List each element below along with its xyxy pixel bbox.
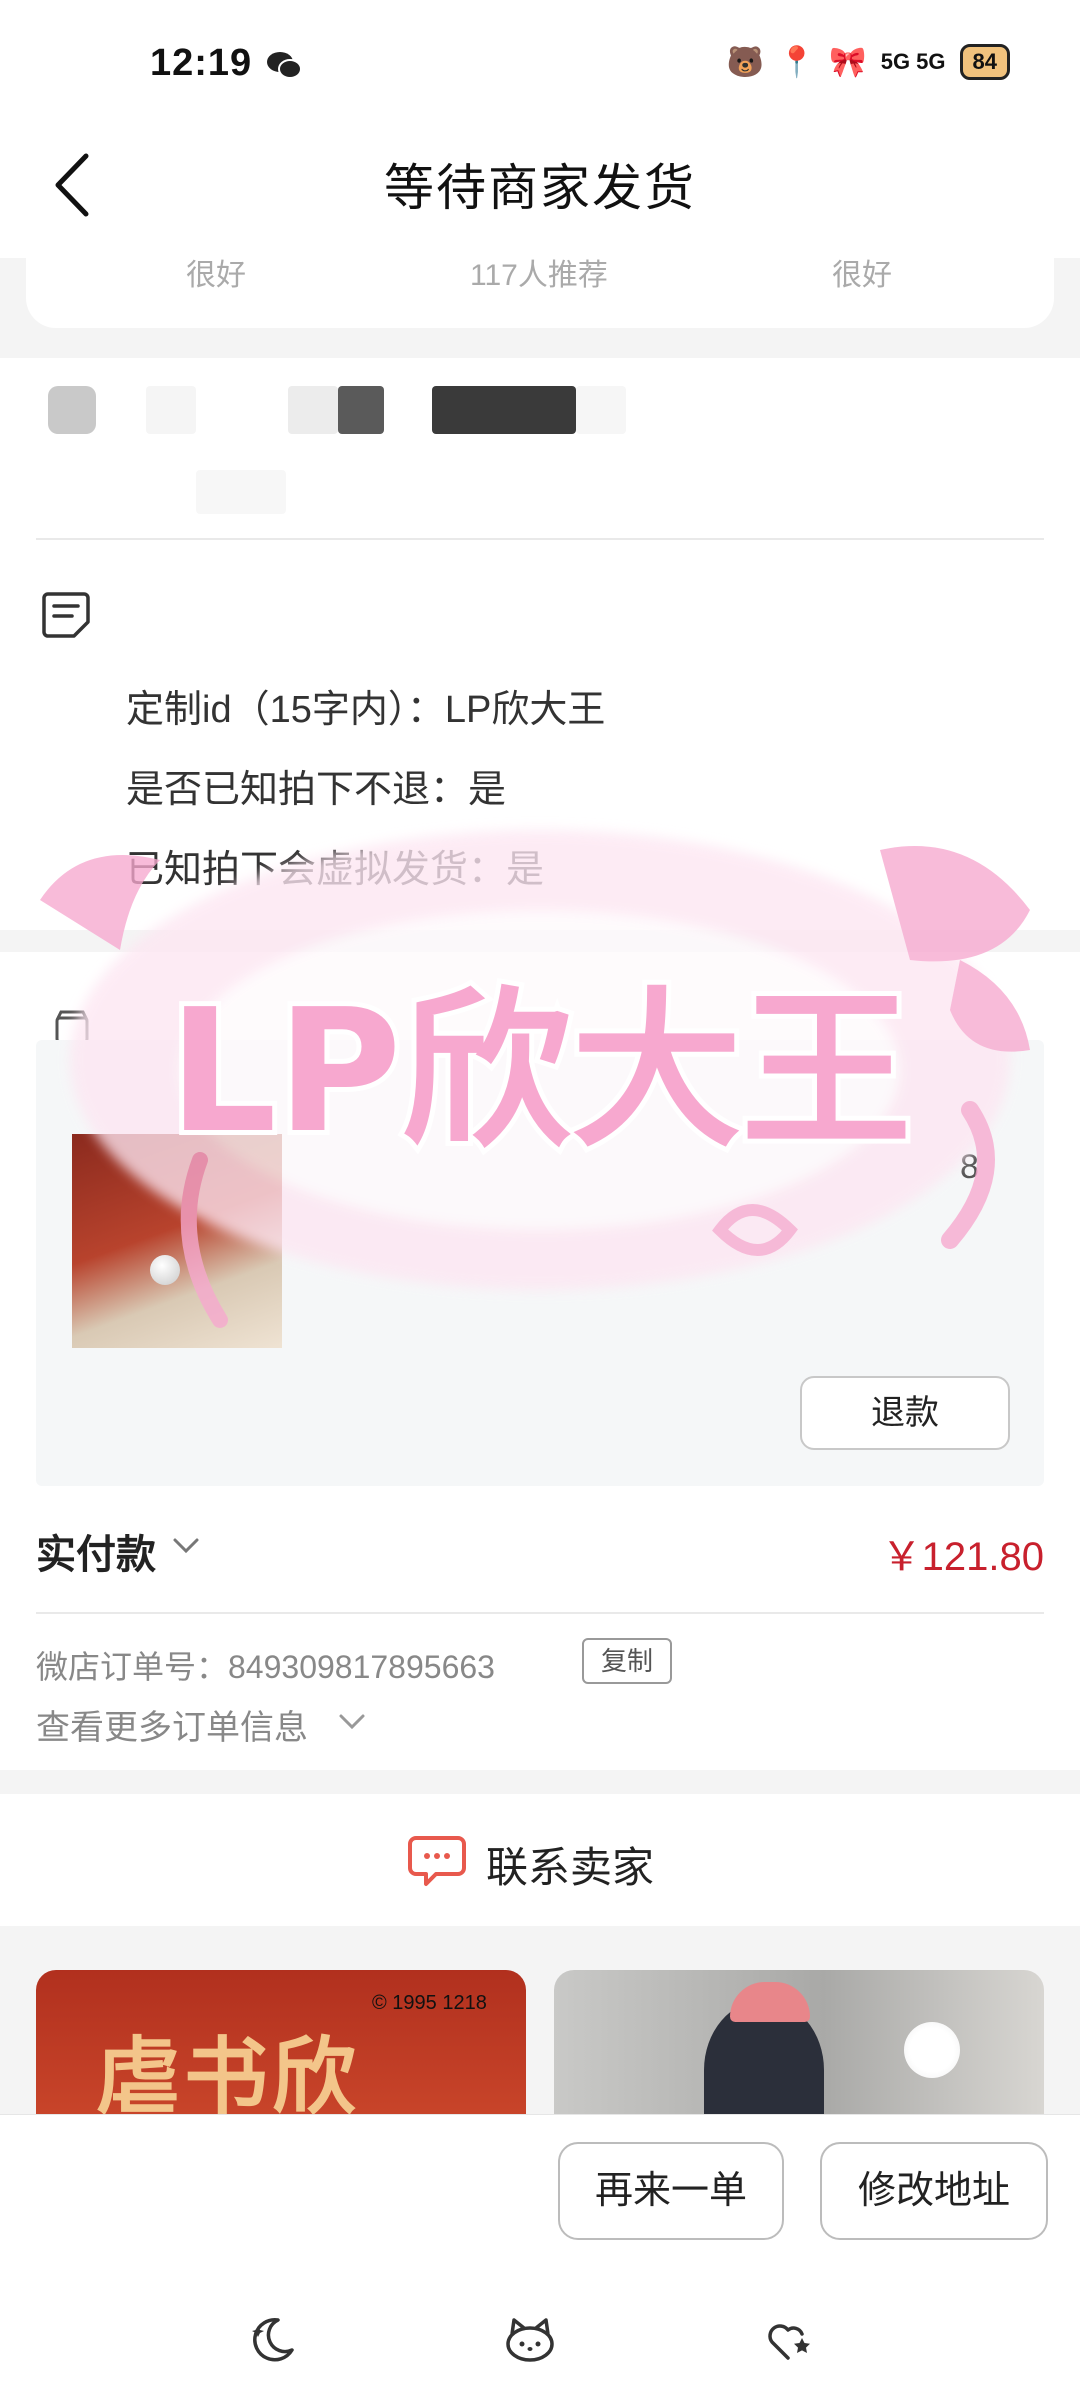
location-icon: 📍 (777, 45, 816, 79)
more-order-info-link[interactable]: 查看更多订单信息 (36, 1700, 308, 1749)
bow-icon: 🎀 (829, 45, 867, 79)
blurred-block (196, 470, 286, 514)
hello-kitty-icon[interactable] (502, 2312, 558, 2368)
divider (36, 538, 1044, 540)
blurred-block (146, 386, 196, 434)
paid-label[interactable]: 实付款 (36, 1522, 156, 1580)
lamp-light (904, 2022, 960, 2078)
product-image[interactable] (72, 1134, 282, 1348)
blurred-block (432, 386, 576, 434)
recommend-item-2[interactable] (554, 1970, 1044, 2120)
contact-seller-label[interactable]: 联系卖家 (486, 1834, 654, 1895)
change-address-button[interactable]: 修改地址 (820, 2142, 1048, 2240)
recommend-item-1[interactable]: 虐书欣 © 1995 1218 (36, 1970, 526, 2120)
status-time: 12:19 (150, 42, 253, 84)
moon-icon[interactable] (244, 2312, 300, 2368)
blurred-block (576, 386, 626, 434)
note-icon (42, 592, 90, 638)
order-number: 微店订单号：849309817895663 (36, 1649, 495, 1685)
blurred-block (338, 386, 384, 434)
no-return-line: 是否已知拍下不退：是 (126, 769, 507, 811)
pearl-decoration (150, 1255, 180, 1285)
virtual-ship-line: 已知拍下会虚拟发货：是 (126, 849, 545, 891)
rating-center: 117人推荐 (470, 259, 608, 292)
product-quantity: 8 (960, 1148, 979, 1186)
blurred-block (288, 386, 338, 434)
divider (36, 1612, 1044, 1614)
rating-left: 很好 (186, 259, 246, 292)
location-pin-icon (48, 386, 96, 434)
recommend-item-1-title: 虐书欣 (96, 2027, 361, 2120)
page-title: 等待商家发货 (384, 160, 696, 216)
signal-indicators: 5G 5G (880, 49, 946, 74)
recommend-item-1-date: © 1995 1218 (372, 1992, 487, 2014)
paid-amount: ￥121.80 (881, 1535, 1044, 1579)
status-icons: 🐻 📍 🎀 5G 5G 84 (727, 44, 1010, 80)
refund-button[interactable]: 退款 (800, 1376, 1010, 1450)
custom-id-line: 定制id（15字内）：LP欣大王 (126, 689, 606, 731)
heart-star-icon[interactable] (760, 2312, 816, 2368)
wechat-icon (267, 52, 302, 79)
chevron-down-icon[interactable] (172, 1536, 200, 1556)
pink-cap (730, 1982, 810, 2022)
rating-right: 很好 (832, 259, 892, 292)
copy-button[interactable]: 复制 (582, 1638, 672, 1684)
chat-icon[interactable] (408, 1834, 466, 1888)
battery-icon: 84 (959, 44, 1010, 80)
chevron-down-icon[interactable] (338, 1712, 366, 1732)
bear-icon: 🐻 (726, 45, 764, 79)
reorder-button[interactable]: 再来一单 (558, 2142, 784, 2240)
